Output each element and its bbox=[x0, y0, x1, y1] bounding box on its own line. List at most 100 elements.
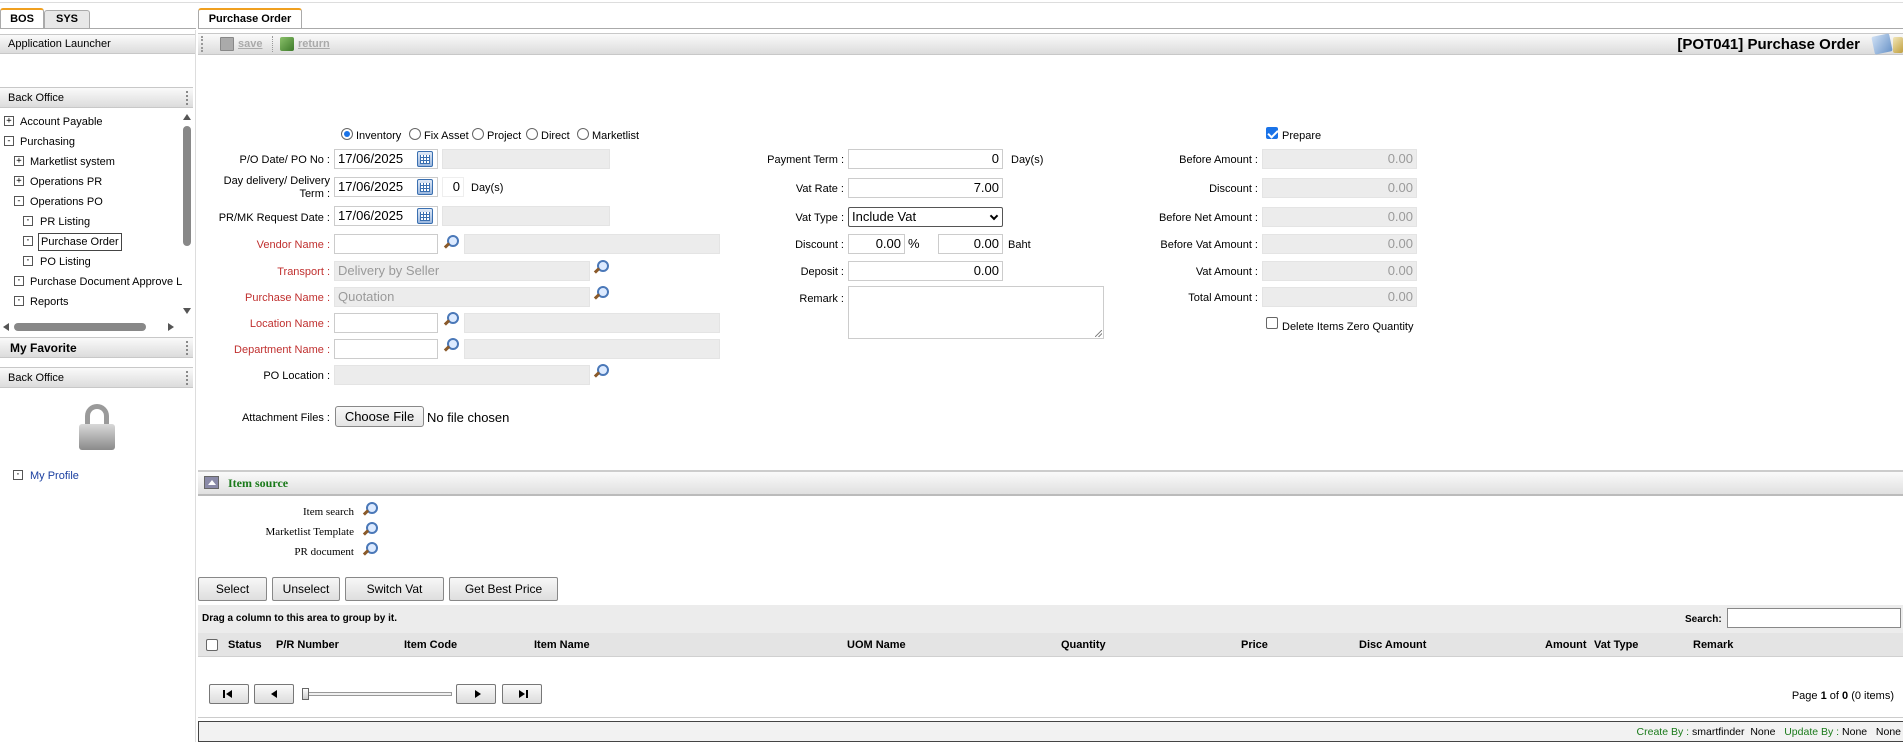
vat-amount-label: Vat Amount : bbox=[1195, 266, 1258, 278]
pr-number-input[interactable] bbox=[442, 206, 610, 226]
calendar-icon[interactable] bbox=[417, 151, 433, 167]
radio-inventory[interactable] bbox=[341, 128, 353, 140]
collapse-arrow-icon bbox=[208, 480, 216, 485]
scroll-thumb-h[interactable] bbox=[14, 323, 146, 331]
calendar-icon[interactable] bbox=[417, 179, 433, 195]
discount-percent-input[interactable]: 0.00 bbox=[848, 234, 905, 254]
sidebar-section-title: Back Office bbox=[8, 92, 65, 104]
col-remark[interactable]: Remark bbox=[1693, 639, 1733, 651]
choose-file-button[interactable]: Choose File bbox=[335, 406, 424, 427]
last-page-button[interactable] bbox=[502, 684, 542, 704]
back-office-bar[interactable]: Back Office bbox=[0, 367, 193, 388]
search-icon[interactable] bbox=[362, 501, 378, 517]
next-page-button[interactable] bbox=[456, 684, 496, 704]
location-name-input[interactable] bbox=[464, 313, 720, 333]
col-uom-name[interactable]: UOM Name bbox=[847, 639, 906, 651]
po-number-input[interactable] bbox=[442, 149, 610, 169]
scroll-up-icon[interactable] bbox=[183, 114, 191, 120]
return-label: return bbox=[298, 38, 330, 50]
scroll-down-icon[interactable] bbox=[183, 308, 191, 314]
group-panel[interactable]: Drag a column to this area to group by i… bbox=[198, 605, 1903, 633]
unselect-button[interactable]: Unselect bbox=[272, 577, 340, 601]
search-icon[interactable] bbox=[593, 285, 609, 301]
scroll-right-icon[interactable] bbox=[168, 323, 174, 331]
grid-search-input[interactable] bbox=[1727, 608, 1901, 628]
search-icon[interactable] bbox=[443, 234, 459, 250]
delivery-days-input[interactable]: 0 bbox=[442, 177, 464, 197]
department-name-input[interactable] bbox=[464, 339, 720, 359]
slider-handle[interactable] bbox=[302, 688, 309, 700]
scroll-left-icon[interactable] bbox=[3, 323, 9, 331]
calendar-icon[interactable] bbox=[417, 208, 433, 224]
discount-amount-input[interactable]: 0.00 bbox=[938, 234, 1003, 254]
sidebar-tree: + Account Payable - Purchasing + Marketlist… bbox=[0, 112, 182, 320]
vat-rate-input[interactable]: 7.00 bbox=[848, 178, 1003, 198]
my-profile-link[interactable]: My Profile bbox=[30, 470, 79, 482]
po-location-input[interactable] bbox=[334, 365, 590, 385]
prepare-checkbox[interactable] bbox=[1266, 127, 1278, 139]
col-disc-amount[interactable]: Disc Amount bbox=[1359, 639, 1426, 651]
note-icon[interactable] bbox=[1871, 33, 1893, 55]
tab-sys[interactable]: SYS bbox=[44, 10, 90, 28]
vendor-code-input[interactable] bbox=[334, 234, 438, 254]
select-button[interactable]: Select bbox=[198, 577, 267, 601]
col-pr-number[interactable]: P/R Number bbox=[276, 639, 339, 651]
col-item-name[interactable]: Item Name bbox=[534, 639, 590, 651]
before-amount-label: Before Amount : bbox=[1179, 154, 1258, 166]
col-price[interactable]: Price bbox=[1241, 639, 1268, 651]
purchase-name-input[interactable]: Quotation bbox=[334, 287, 590, 307]
app-launcher-bar[interactable]: Application Launcher bbox=[0, 34, 196, 54]
scroll-thumb[interactable] bbox=[183, 126, 191, 246]
tree-vertical-scrollbar[interactable] bbox=[182, 112, 192, 320]
create-by-label: Create By : bbox=[1636, 726, 1690, 738]
col-item-code[interactable]: Item Code bbox=[404, 639, 457, 651]
col-amount[interactable]: Amount bbox=[1545, 639, 1587, 651]
return-icon bbox=[280, 37, 294, 51]
vendor-name-input[interactable] bbox=[464, 234, 720, 254]
radio-fix-asset[interactable] bbox=[409, 128, 421, 140]
tree-horizontal-scrollbar[interactable] bbox=[0, 322, 182, 332]
col-vat-type[interactable]: Vat Type bbox=[1594, 639, 1638, 651]
page-slider[interactable] bbox=[302, 688, 452, 700]
payment-term-label: Payment Term : bbox=[767, 154, 844, 166]
discount-total-label: Discount : bbox=[1209, 183, 1258, 195]
next-page-icon bbox=[475, 690, 481, 698]
search-icon[interactable] bbox=[443, 311, 459, 327]
radio-project[interactable] bbox=[472, 128, 484, 140]
radio-direct[interactable] bbox=[526, 128, 538, 140]
col-quantity[interactable]: Quantity bbox=[1061, 639, 1106, 651]
col-status[interactable]: Status bbox=[228, 639, 262, 651]
grid-body bbox=[198, 658, 1903, 718]
splitter-grip-icon bbox=[186, 91, 188, 105]
tab-purchase-order[interactable]: Purchase Order bbox=[198, 8, 302, 28]
prev-page-button[interactable] bbox=[254, 684, 294, 704]
payment-term-input[interactable]: 0 bbox=[848, 149, 1003, 169]
save-label: save bbox=[238, 38, 263, 50]
note-icon-2[interactable] bbox=[1893, 37, 1903, 53]
transport-input[interactable]: Delivery by Seller bbox=[334, 261, 590, 281]
vat-type-select[interactable]: Include Vat bbox=[848, 207, 1003, 227]
sidebar-section-header[interactable]: Back Office bbox=[0, 87, 193, 108]
search-icon[interactable] bbox=[362, 541, 378, 557]
switch-vat-button[interactable]: Switch Vat bbox=[345, 577, 444, 601]
delivery-label-line2: Term : bbox=[299, 188, 330, 200]
department-code-input[interactable] bbox=[334, 339, 438, 359]
delete-zero-checkbox[interactable] bbox=[1266, 317, 1278, 329]
search-icon[interactable] bbox=[593, 259, 609, 275]
first-page-button[interactable] bbox=[209, 684, 249, 704]
favorite-bar[interactable]: My Favorite bbox=[0, 337, 193, 358]
resize-grip-icon[interactable] bbox=[1095, 330, 1102, 337]
select-all-checkbox[interactable] bbox=[206, 639, 218, 651]
page-title: [POT041] Purchase Order bbox=[1677, 36, 1860, 53]
location-code-input[interactable] bbox=[334, 313, 438, 333]
tab-bos[interactable]: BOS bbox=[0, 8, 44, 28]
deposit-input[interactable]: 0.00 bbox=[848, 261, 1003, 281]
favorite-title: My Favorite bbox=[10, 341, 77, 355]
sidebar-splitter[interactable] bbox=[195, 30, 196, 742]
remark-textarea[interactable] bbox=[848, 286, 1104, 339]
search-icon[interactable] bbox=[362, 521, 378, 537]
get-best-price-button[interactable]: Get Best Price bbox=[449, 577, 558, 601]
search-icon[interactable] bbox=[443, 337, 459, 353]
radio-marketlist[interactable] bbox=[577, 128, 589, 140]
search-icon[interactable] bbox=[593, 363, 609, 379]
